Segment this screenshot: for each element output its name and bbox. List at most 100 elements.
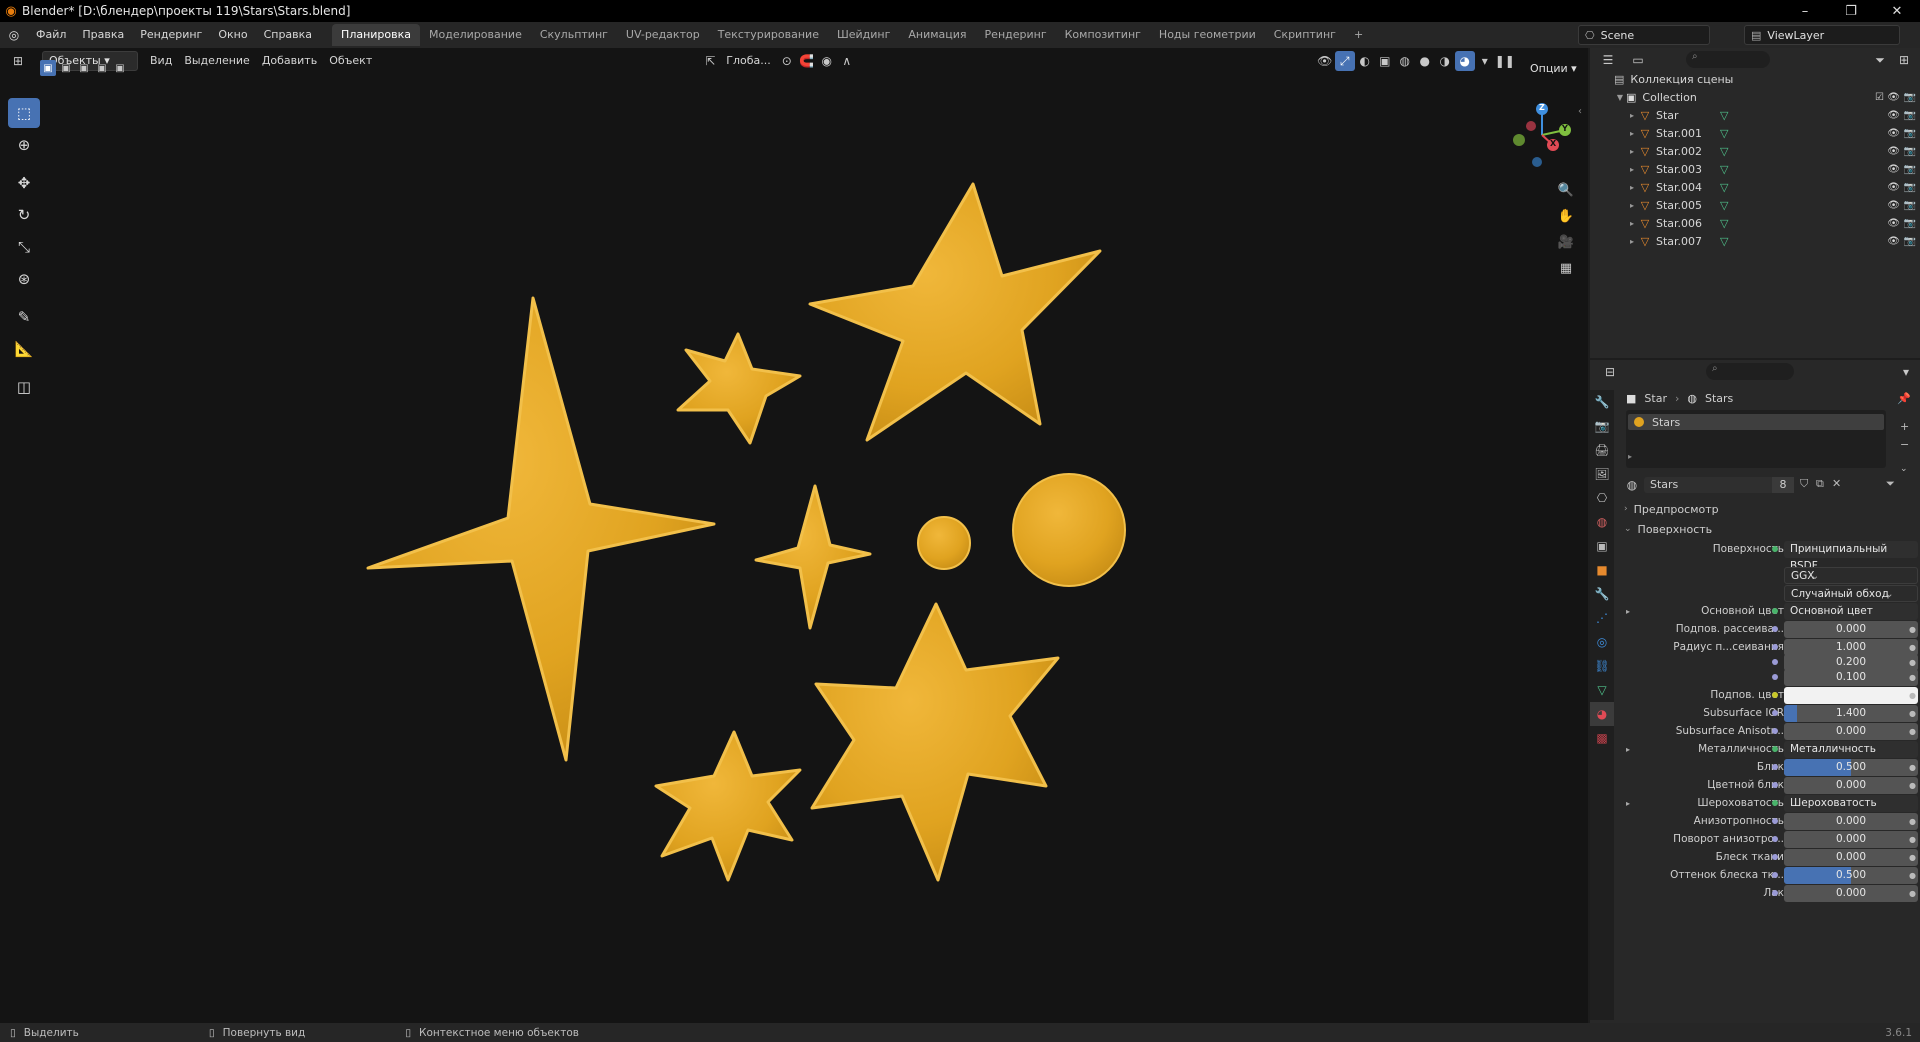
tool-tab-icon[interactable]: 🔧 (1590, 390, 1614, 414)
linked-socket-field[interactable]: Металличность (1784, 740, 1918, 758)
render-camera-icon[interactable]: 📷 (1904, 110, 1916, 121)
material-slot-row[interactable]: Stars (1628, 414, 1884, 430)
number-field[interactable]: 0.000 (1784, 848, 1918, 866)
socket-dot-icon[interactable] (1772, 746, 1778, 752)
keyframe-dot-icon[interactable]: ● (1909, 643, 1916, 652)
render-camera-icon[interactable]: 📷 (1904, 200, 1916, 211)
sparkle-small[interactable] (754, 484, 872, 630)
number-field[interactable]: 0.500 (1784, 758, 1918, 776)
socket-dot-icon[interactable] (1772, 818, 1778, 824)
color-swatch[interactable] (1784, 686, 1918, 704)
visibility-eye-icon[interactable]: 👁 (1887, 146, 1900, 157)
menu-window[interactable]: Окно (210, 24, 255, 46)
visibility-eye-icon[interactable]: 👁 (1887, 218, 1900, 229)
number-field[interactable]: 0.000 (1784, 812, 1918, 830)
socket-dot-icon[interactable] (1772, 872, 1778, 878)
remove-slot-icon[interactable]: − (1900, 438, 1909, 451)
socket-dot-icon[interactable] (1772, 692, 1778, 698)
render-camera-icon[interactable]: 📷 (1904, 146, 1916, 157)
filter-icon[interactable]: ⏷ (1870, 50, 1890, 70)
scene-selector[interactable]: ⎔ Scene (1578, 25, 1710, 45)
socket-dot-icon[interactable] (1772, 626, 1778, 632)
tab-sculpting[interactable]: Скульптинг (531, 24, 617, 46)
mesh-data-icon[interactable]: ▽ (1720, 127, 1728, 140)
socket-dot-icon[interactable] (1772, 854, 1778, 860)
tab-compositing[interactable]: Композитинг (1056, 24, 1150, 46)
navigation-gizmo[interactable]: Z Y X (1505, 100, 1575, 170)
keyframe-dot-icon[interactable]: ● (1909, 691, 1916, 700)
add-slot-icon[interactable]: + (1900, 420, 1909, 433)
socket-dot-icon[interactable] (1772, 890, 1778, 896)
render-camera-icon[interactable]: 📷 (1904, 218, 1916, 229)
pin-icon[interactable]: 📌 (1897, 392, 1911, 405)
camera-view-icon[interactable]: 🎥 (1556, 232, 1576, 252)
tab-modeling[interactable]: Моделирование (420, 24, 531, 46)
collection-row[interactable]: ▼ ▣ Collection ☑ 👁 📷 (1590, 88, 1920, 106)
mesh-data-icon[interactable]: ▽ (1720, 235, 1728, 248)
tab-scripting[interactable]: Скриптинг (1265, 24, 1345, 46)
number-field[interactable]: 0.000 (1784, 776, 1918, 794)
keyframe-dot-icon[interactable]: ● (1909, 781, 1916, 790)
new-collection-icon[interactable]: ⊞ (1894, 50, 1914, 70)
render-camera-icon[interactable]: 📷 (1904, 182, 1916, 193)
menu-render[interactable]: Рендеринг (132, 24, 210, 46)
number-field[interactable]: 1.400 (1784, 704, 1918, 722)
sidebar-toggle-icon[interactable]: ‹ (1578, 106, 1582, 117)
star-bottom-small[interactable] (654, 730, 802, 882)
outliner-object-row[interactable]: ▸ ▽ Star.005 ▽ 👁 📷 (1590, 196, 1920, 214)
number-field[interactable]: 0.000 (1784, 722, 1918, 740)
render-camera-icon[interactable]: 📷 (1904, 92, 1916, 103)
outliner-object-row[interactable]: ▸ ▽ Star ▽ 👁 📷 (1590, 106, 1920, 124)
scene-tab-icon[interactable]: ⎔ (1590, 486, 1614, 510)
particles-tab-icon[interactable]: ⋰ (1590, 606, 1614, 630)
socket-dot-icon[interactable] (1772, 836, 1778, 842)
socket-expand-icon[interactable]: ▸ (1626, 607, 1630, 616)
maximize-button[interactable]: ❐ (1834, 0, 1868, 22)
menu-file[interactable]: Файл (28, 24, 74, 46)
socket-dot-icon[interactable] (1772, 800, 1778, 806)
scene-collection-row[interactable]: ▤ Коллекция сцены (1590, 70, 1920, 88)
tab-shading[interactable]: Шейдинг (828, 24, 899, 46)
fake-user-icon[interactable]: ⛉ (1800, 477, 1808, 491)
socket-expand-icon[interactable]: ▸ (1626, 745, 1630, 754)
duplicate-material-icon[interactable]: ⧉ (1816, 477, 1824, 491)
visibility-eye-icon[interactable]: 👁 (1887, 182, 1900, 193)
keyframe-dot-icon[interactable]: ● (1909, 889, 1916, 898)
property-select[interactable]: Случайный обход⌄ (1784, 584, 1918, 602)
tab-layout[interactable]: Планировка (332, 24, 421, 46)
star-top-small[interactable] (676, 332, 802, 445)
display-mode-icon[interactable]: ▭ (1628, 50, 1648, 70)
tab-animation[interactable]: Анимация (899, 24, 975, 46)
visibility-eye-icon[interactable]: 👁 (1887, 236, 1900, 247)
star-bottom-large[interactable] (810, 602, 1060, 882)
visibility-eye-icon[interactable]: 👁 (1887, 164, 1900, 175)
tab-texture-paint[interactable]: Текстурирование (709, 24, 828, 46)
outliner-object-row[interactable]: ▸ ▽ Star.001 ▽ 👁 📷 (1590, 124, 1920, 142)
3d-viewport[interactable]: ⊞ Объекты ▾ Вид Выделение Добавить Объек… (0, 48, 1588, 1023)
mesh-data-icon[interactable]: ▽ (1720, 217, 1728, 230)
keyframe-dot-icon[interactable]: ● (1909, 658, 1916, 667)
number-field[interactable]: 0.000 (1784, 830, 1918, 848)
expand-arrow-icon[interactable]: ▸ (1626, 237, 1638, 246)
render-tab-icon[interactable]: 📷 (1590, 414, 1614, 438)
mesh-data-icon[interactable]: ▽ (1720, 199, 1728, 212)
linked-socket-field[interactable]: Шероховатость (1784, 794, 1918, 812)
socket-dot-icon[interactable] (1772, 546, 1778, 552)
visibility-eye-icon[interactable]: 👁 (1887, 92, 1900, 103)
pan-hand-icon[interactable]: ✋ (1556, 206, 1576, 226)
number-field[interactable]: 0.000 (1784, 884, 1918, 902)
browse-material-icon[interactable]: ◍ (1622, 475, 1642, 495)
render-camera-icon[interactable]: 📷 (1904, 236, 1916, 247)
outliner-object-row[interactable]: ▸ ▽ Star.002 ▽ 👁 📷 (1590, 142, 1920, 160)
number-field[interactable]: 0.000 (1784, 620, 1918, 638)
keyframe-dot-icon[interactable]: ● (1909, 871, 1916, 880)
material-filter-icon[interactable]: ⏷ (1886, 477, 1895, 491)
visibility-eye-icon[interactable]: 👁 (1887, 128, 1900, 139)
constraints-tab-icon[interactable]: ⛓ (1590, 654, 1614, 678)
slot-expand-icon[interactable]: ▸ (1628, 452, 1632, 461)
expand-arrow-icon[interactable]: ▸ (1626, 219, 1638, 228)
tab-uv-editing[interactable]: UV-редактор (617, 24, 709, 46)
add-workspace-button[interactable]: + (1345, 24, 1372, 46)
sparkle-large[interactable] (366, 296, 716, 762)
outliner-object-row[interactable]: ▸ ▽ Star.004 ▽ 👁 📷 (1590, 178, 1920, 196)
